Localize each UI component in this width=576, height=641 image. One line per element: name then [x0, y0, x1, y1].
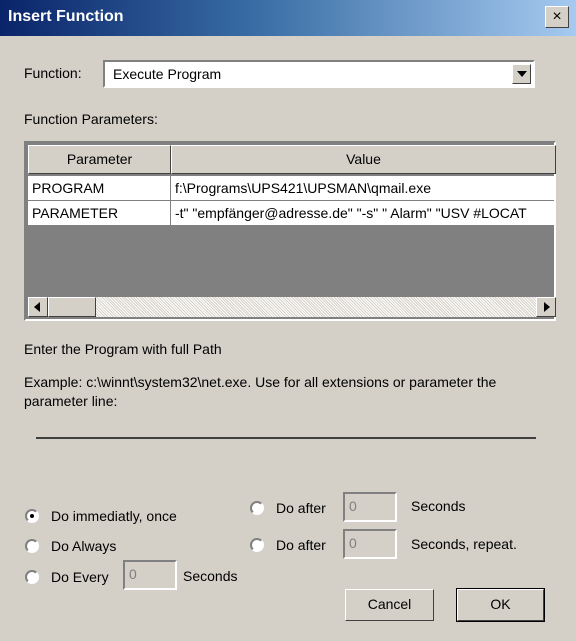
parameters-grid: Parameter Value PROGRAM f:\Programs\UPS4…: [24, 141, 556, 321]
every-seconds-unit: Seconds: [183, 568, 238, 584]
after-repeat-seconds-unit: Seconds, repeat.: [411, 536, 517, 552]
table-row[interactable]: PROGRAM f:\Programs\UPS421\UPSMAN\qmail.…: [28, 176, 554, 201]
help-text-line3: parameter line:: [24, 393, 118, 409]
column-header-parameter[interactable]: Parameter: [28, 145, 171, 174]
option-do-always-label[interactable]: Do Always: [51, 538, 116, 554]
parameter-name-cell[interactable]: PROGRAM: [28, 176, 171, 201]
column-header-value[interactable]: Value: [171, 145, 556, 174]
parameter-value-cell[interactable]: f:\Programs\UPS421\UPSMAN\qmail.exe: [171, 176, 554, 201]
after-seconds-unit: Seconds: [411, 498, 466, 514]
help-text-line1: Enter the Program with full Path: [24, 341, 222, 357]
radio-do-immediately[interactable]: [25, 509, 39, 523]
radio-do-after[interactable]: [250, 501, 264, 515]
radio-do-after-repeat[interactable]: [250, 538, 264, 552]
help-text-line2: Example: c:\winnt\system32\net.exe. Use …: [24, 374, 497, 390]
divider: [36, 437, 536, 439]
function-label: Function:: [24, 65, 82, 81]
function-parameters-label: Function Parameters:: [24, 111, 158, 127]
cancel-button[interactable]: Cancel: [345, 589, 434, 621]
parameter-value-cell[interactable]: -t" "empfänger@adresse.de" "-s" " Alarm"…: [171, 201, 554, 226]
radio-do-every[interactable]: [25, 570, 39, 584]
after-seconds-input[interactable]: 0: [343, 492, 397, 522]
horizontal-scrollbar[interactable]: [28, 297, 556, 317]
ok-button[interactable]: OK: [456, 588, 545, 622]
title-bar: Insert Function ×: [0, 0, 576, 36]
after-repeat-seconds-input[interactable]: 0: [343, 529, 397, 559]
scroll-thumb[interactable]: [48, 297, 96, 317]
function-select-value: Execute Program: [113, 66, 222, 82]
table-row[interactable]: PARAMETER -t" "empfänger@adresse.de" "-s…: [28, 201, 554, 226]
window-title: Insert Function: [8, 8, 124, 25]
chevron-down-icon[interactable]: [512, 64, 531, 84]
option-do-immediately-label[interactable]: Do immediatly, once: [51, 508, 177, 524]
scroll-left-icon[interactable]: [28, 297, 48, 317]
function-select[interactable]: Execute Program: [103, 60, 535, 88]
option-do-after-label[interactable]: Do after: [276, 500, 326, 516]
parameter-name-cell[interactable]: PARAMETER: [28, 201, 171, 226]
radio-do-always[interactable]: [25, 539, 39, 553]
insert-function-dialog: Insert Function × Function: Execute Prog…: [0, 0, 576, 641]
scroll-right-icon[interactable]: [536, 297, 556, 317]
every-seconds-input[interactable]: 0: [123, 560, 177, 590]
option-do-after-repeat-label[interactable]: Do after: [276, 537, 326, 553]
close-button[interactable]: ×: [545, 6, 569, 28]
option-do-every-label[interactable]: Do Every: [51, 569, 109, 585]
